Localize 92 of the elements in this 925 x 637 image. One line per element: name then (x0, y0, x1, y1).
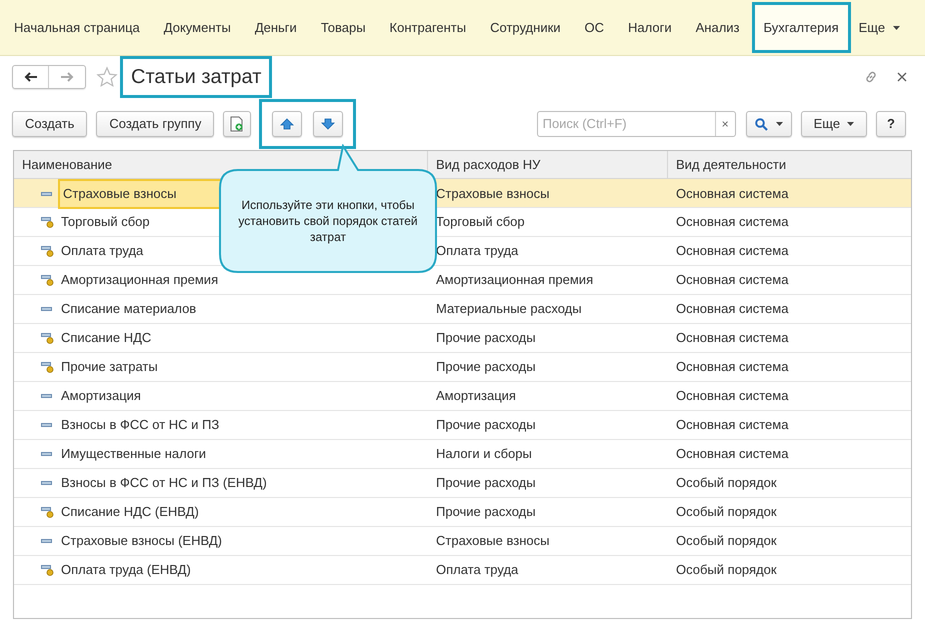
clear-button[interactable]: × (714, 112, 735, 136)
dash-icon (41, 393, 53, 399)
section-tab[interactable]: Бухгалтерия (752, 2, 851, 53)
help-button[interactable]: ? (876, 111, 906, 137)
table-cell-text: Оплата труда (436, 561, 518, 580)
dash-icon (41, 451, 53, 457)
more-menu[interactable]: Еще (850, 0, 908, 55)
dash-dot-icon (41, 216, 54, 228)
dash-dot-icon (41, 274, 54, 286)
table-cell-text: Прочие расходы (436, 358, 536, 376)
up-arrow-icon (280, 118, 294, 130)
table-cell-text: Прочие расходы (436, 503, 536, 522)
table-cell-text: Особый порядок (676, 561, 777, 580)
table-cell-text: Налоги и сборы (436, 445, 532, 464)
left-arrow-icon (24, 72, 38, 82)
table-cell-text: Взносы в ФСС от НС и ПЗ (60, 416, 220, 434)
search-icon (754, 118, 768, 130)
table-cell-text: Материальные расходы (436, 300, 582, 318)
table-cell-text: Основная система (676, 416, 788, 434)
section-tab[interactable]: Деньги (242, 0, 309, 55)
table-cell-text: Прочие затраты (60, 358, 159, 376)
dash-icon (41, 306, 53, 312)
section-tab[interactable]: ОС (572, 0, 616, 55)
table-cell-text: Прочие расходы (436, 474, 536, 492)
table-cell-text: Оплата труда (60, 242, 144, 260)
table-cell-text: Страховые взносы (ЕНВД) (60, 532, 223, 550)
document-plus-icon (230, 116, 244, 132)
search-field[interactable]: Поиск (Ctrl+F) × (536, 111, 736, 137)
table-cell-text: Списание материалов (60, 300, 198, 318)
table-cell-text: Торговый сбор (436, 213, 525, 232)
caret-icon (847, 122, 854, 126)
table-cell-text: Основная система (676, 445, 788, 464)
dash-dot-icon (41, 564, 54, 576)
table-cell-text: Прочие расходы (436, 329, 536, 348)
search-input[interactable]: Поиск (Ctrl+F) (538, 112, 715, 136)
create-button[interactable]: Создать (12, 111, 88, 137)
table-cell-text: Амортизационная премия (60, 271, 220, 290)
table-cell-text: Основная система (676, 185, 788, 203)
dash-dot-icon (41, 506, 54, 518)
table-cell-text: Особый порядок (676, 474, 777, 492)
table-cell-text: Основная система (676, 387, 788, 406)
table-cell-text: Основная система (676, 358, 788, 376)
table-cell-text: Страховые взносы (436, 185, 550, 203)
table-cell-text: Амортизация (436, 387, 516, 406)
dash-icon (41, 190, 53, 197)
callout-tooltip: Используйте эти кнопки, чтобы установить свой порядок статей затрат (218, 144, 438, 274)
table-cell-text: Основная система (676, 300, 788, 318)
star-icon[interactable] (96, 66, 118, 88)
table-cell-text: Оплата труда (ЕНВД) (60, 561, 192, 580)
table-cell-text: Основная система (676, 242, 788, 260)
dash-dot-icon (41, 245, 54, 257)
section-tab[interactable]: Контрагенты (378, 0, 478, 55)
copy-button[interactable] (223, 111, 252, 137)
section-tab[interactable]: Сотрудники (478, 0, 573, 55)
page-title: Статьи затрат (120, 56, 272, 98)
close-icon[interactable] (897, 72, 907, 82)
section-tab[interactable]: Документы (152, 0, 243, 55)
table-cell-text: Оплата труда (436, 242, 518, 260)
section-tab[interactable]: Налоги (616, 0, 684, 55)
table-cell-text: Амортизационная премия (436, 271, 594, 290)
dash-dot-icon (41, 332, 54, 344)
table-cell-text: Списание НДС (ЕНВД) (60, 503, 200, 522)
section-tab[interactable]: Начальная страница (2, 0, 152, 55)
column-header[interactable]: Вид деятельности (668, 151, 911, 178)
table-cell-text: Основная система (676, 271, 788, 290)
section-tab[interactable]: Анализ (684, 0, 752, 55)
down-arrow-icon (321, 118, 336, 130)
move-up-button[interactable] (272, 111, 302, 137)
section-tab[interactable]: Товары (308, 0, 378, 55)
table-cell-text: Списание НДС (60, 329, 152, 348)
table-cell-text: Имущественные налоги (60, 445, 208, 464)
table-cell-text: Торговый сбор (60, 213, 151, 232)
caret-icon (776, 122, 783, 126)
table-cell-text: Прочие расходы (436, 416, 536, 434)
create-group-button[interactable]: Создать группу (96, 111, 214, 137)
table-cell-text: Основная система (676, 329, 788, 348)
table-cell-text: Страховые взносы (436, 532, 550, 550)
table-cell-text: Амортизация (60, 387, 142, 406)
dash-icon (41, 480, 53, 486)
table-cell-text: Основная система (676, 213, 788, 232)
table-cell-text: Взносы в ФСС от НС и ПЗ (ЕНВД) (60, 474, 268, 492)
dash-icon (41, 538, 53, 544)
more-button[interactable]: Еще (800, 111, 868, 137)
table-cell-text: Особый порядок (676, 532, 777, 550)
more-label: Еще (858, 18, 886, 37)
dash-dot-icon (41, 361, 54, 373)
search-button[interactable] (746, 111, 792, 137)
caret-icon (893, 26, 900, 30)
dash-icon (41, 422, 53, 428)
right-arrow-icon (60, 72, 74, 82)
move-down-button[interactable] (313, 111, 344, 137)
table-cell-text: Особый порядок (676, 503, 777, 522)
